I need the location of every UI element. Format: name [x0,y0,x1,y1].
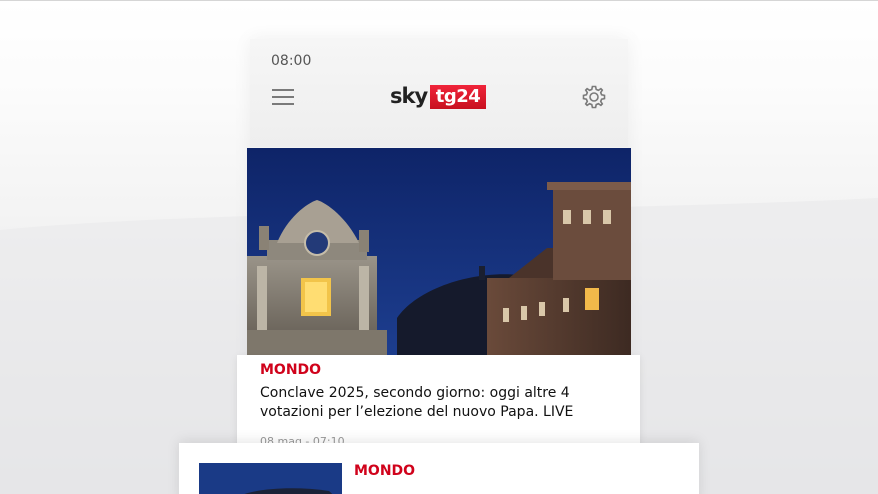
status-time: 08:00 [271,53,312,69]
second-article-card[interactable]: MONDO [179,443,699,494]
second-article-category: MONDO [354,463,416,479]
top-divider [0,0,878,1]
hero-image[interactable] [247,148,631,356]
logo-sky-text: sky [390,84,428,108]
article-category: MONDO [260,362,322,378]
thumbnail-image [199,463,342,494]
app-header: 08:00 sky tg24 [250,39,628,147]
hamburger-menu-icon[interactable] [272,87,296,107]
gear-icon[interactable] [581,84,607,110]
headline-card[interactable]: MONDO Conclave 2025, secondo giorno: ogg… [237,355,640,448]
article-headline[interactable]: Conclave 2025, secondo giorno: oggi altr… [260,384,630,422]
second-article-thumbnail[interactable] [199,463,342,494]
logo-tg24-badge: tg24 [430,85,486,109]
sky-tg24-logo[interactable]: sky tg24 [390,83,488,111]
